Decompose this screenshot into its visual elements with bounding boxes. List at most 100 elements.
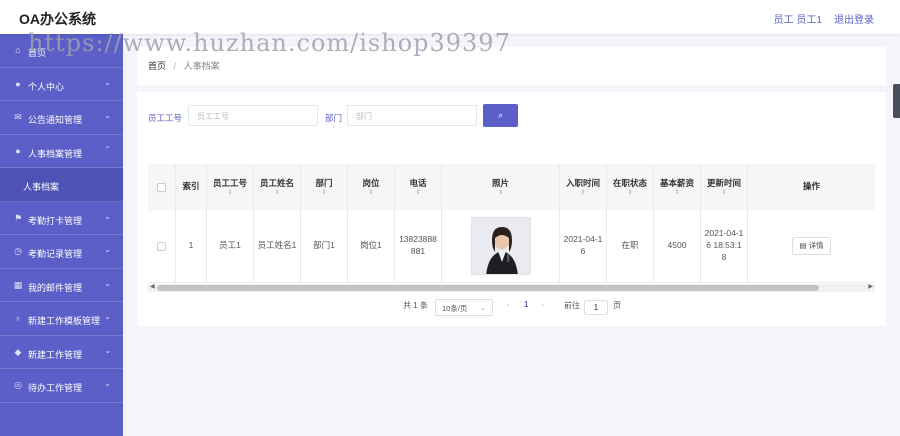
cell-updated: 2021-04-16 18:53:18 xyxy=(701,210,748,282)
dept-label: 部门 xyxy=(325,113,343,123)
sidebar-item-notice[interactable]: ✉ 公告通知管理 ⌄ xyxy=(0,101,123,135)
sidebar-subitem-hr-archive[interactable]: 人事档案 xyxy=(0,168,123,202)
chevron-up-icon: ⌃ xyxy=(104,144,111,154)
employee-table: 索引 员工工号 ⇕ 员工姓名 ⇕ 部门 ⇕ 岗位 ⇕ 电话 ⇕ 照片 ⇕ 入职时间 ⇕ 在职状… xyxy=(148,164,875,284)
sort-icon[interactable]: ⇕ xyxy=(627,190,632,196)
grid-icon: ▦ xyxy=(13,279,23,290)
pagination-total: 共 1 条 xyxy=(403,301,428,310)
main-panel: 员工工号 员工工号 部门 部门 ⌕ 索引 员工工号 ⇕ 员工姓名 ⇕ 部门 ⇕ 岗位 ⇕… xyxy=(137,92,886,326)
checkbox[interactable] xyxy=(157,182,166,192)
sidebar-item-personal[interactable]: ● 个人中心 ⌄ xyxy=(0,68,123,101)
header-updated[interactable]: 更新时间 ⇕ xyxy=(701,164,748,210)
header-phone[interactable]: 电话 ⇕ xyxy=(395,164,442,210)
detail-button[interactable]: ▤ 详情 xyxy=(792,236,831,256)
sidebar: ⌂ 首页 ● 个人中心 ⌄ ✉ 公告通知管理 ⌄ ● 人事档案管理 ⌃ 人事档案… xyxy=(0,34,123,436)
emp-no-input[interactable]: 员工工号 xyxy=(188,105,318,126)
header-post[interactable]: 岗位 ⇕ xyxy=(348,164,395,210)
sidebar-item-attendance-record[interactable]: ◷ 考勤记录管理 ⌄ xyxy=(0,235,123,269)
cell-action: ▤ 详情 xyxy=(748,210,875,282)
scroll-thumb[interactable] xyxy=(157,285,819,291)
sort-icon[interactable]: ⇕ xyxy=(415,190,420,196)
cell-photo xyxy=(442,210,560,282)
header-dept[interactable]: 部门 ⇕ xyxy=(301,164,348,210)
logout-link[interactable]: 退出登录 xyxy=(834,11,874,26)
header-photo[interactable]: 照片 ⇕ xyxy=(442,164,560,210)
breadcrumb-home[interactable]: 首页 xyxy=(148,61,166,71)
horizontal-scrollbar[interactable]: ◀ ▶ xyxy=(148,284,875,292)
dept-input[interactable]: 部门 xyxy=(347,105,477,126)
cell-emp-no: 员工1 xyxy=(207,210,254,282)
header-index: 索引 xyxy=(176,164,207,210)
sidebar-item-work-template[interactable]: ♁ 新建工作模板管理 ⌄ xyxy=(0,302,123,336)
header-name[interactable]: 员工姓名 ⇕ xyxy=(254,164,301,210)
next-page-button[interactable]: › xyxy=(541,300,544,309)
sort-icon[interactable]: ⇕ xyxy=(368,190,373,196)
chevron-down-icon: ⌄ xyxy=(104,312,111,321)
shield-icon: ◆ xyxy=(14,346,22,357)
breadcrumb-current: 人事档案 xyxy=(183,61,220,71)
mic-icon: ♁ xyxy=(14,313,22,323)
employee-photo[interactable] xyxy=(470,217,531,275)
search-icon: ⌕ xyxy=(497,110,504,120)
app-title: OA办公系统 xyxy=(19,11,96,27)
sort-icon[interactable]: ⇕ xyxy=(227,190,232,196)
scroll-left-icon[interactable]: ◀ xyxy=(150,283,155,290)
header-action: 操作 xyxy=(802,181,820,192)
user-icon: ● xyxy=(15,78,21,89)
checkbox[interactable] xyxy=(157,241,166,251)
chevron-down-icon: ⌄ xyxy=(104,111,111,120)
flag-icon: ⚑ xyxy=(13,212,23,223)
cell-name: 员工姓名1 xyxy=(254,210,301,282)
watermark-text: https://www.huzhan.com/ishop39397 xyxy=(28,29,511,57)
sidebar-item-attendance-punch[interactable]: ⚑ 考勤打卡管理 ⌄ xyxy=(0,202,123,235)
chevron-down-icon: ⌄ xyxy=(104,345,111,355)
page-number-current[interactable]: 1 xyxy=(524,300,528,309)
header-hire-date[interactable]: 入职时间 ⇕ xyxy=(560,164,607,210)
header-status[interactable]: 在职状态 ⇕ xyxy=(607,164,654,210)
row-select[interactable] xyxy=(148,210,176,282)
cell-post: 岗位1 xyxy=(348,210,395,282)
document-icon: ▤ xyxy=(799,240,809,250)
chevron-down-icon: ⌄ xyxy=(104,245,111,254)
sort-icon[interactable]: ⇕ xyxy=(580,190,585,196)
sort-icon[interactable]: ⇕ xyxy=(274,190,279,196)
search-button[interactable]: ⌕ xyxy=(483,104,518,127)
header-salary[interactable]: 基本薪资 ⇕ xyxy=(654,164,701,210)
cell-phone: 13823888881 xyxy=(395,210,442,282)
sidebar-item-new-work[interactable]: ◆ 新建工作管理 ⌄ xyxy=(0,336,123,369)
sidebar-item-hr-archive[interactable]: ● 人事档案管理 ⌃ xyxy=(0,135,123,168)
cell-status: 在职 xyxy=(607,210,654,282)
table-row: 1 员工1 员工姓名1 部门1 岗位1 13823888881 2021-04-… xyxy=(148,210,875,283)
circle-icon: ◎ xyxy=(14,380,22,390)
table-header-row: 索引 员工工号 ⇕ 员工姓名 ⇕ 部门 ⇕ 岗位 ⇕ 电话 ⇕ 照片 ⇕ 入职时间 ⇕ 在职状… xyxy=(148,164,875,210)
sort-icon[interactable]: ⇕ xyxy=(721,190,726,196)
mail-icon: ✉ xyxy=(14,112,22,122)
emp-no-label: 员工工号 xyxy=(148,113,183,123)
goto-label: 前往 xyxy=(564,301,580,310)
chevron-down-icon: ⌄ xyxy=(479,303,486,312)
header-select-all[interactable] xyxy=(148,164,176,210)
chevron-down-icon: ⌄ xyxy=(104,211,111,221)
sidebar-item-mail[interactable]: ▦ 我的邮件管理 ⌄ xyxy=(0,269,123,302)
cell-dept: 部门1 xyxy=(301,210,348,282)
side-drawer-tab[interactable] xyxy=(893,84,900,118)
scroll-right-icon[interactable]: ▶ xyxy=(868,283,873,290)
chevron-down-icon: ⌄ xyxy=(104,278,111,288)
goto-page-input[interactable]: 1 xyxy=(584,300,608,315)
clock-icon: ◷ xyxy=(14,246,22,256)
chevron-down-icon: ⌄ xyxy=(104,379,111,388)
cell-salary: 4500 xyxy=(654,210,701,282)
sidebar-item-todo-work[interactable]: ◎ 待办工作管理 ⌄ xyxy=(0,369,123,403)
prev-page-button[interactable]: ‹ xyxy=(507,300,510,309)
user-icon: ● xyxy=(15,145,21,156)
sort-icon[interactable]: ⇕ xyxy=(498,190,503,196)
sort-icon[interactable]: ⇕ xyxy=(321,190,326,196)
breadcrumb-separator: / xyxy=(173,61,177,71)
header-emp-no[interactable]: 员工工号 ⇕ xyxy=(207,164,254,210)
current-user[interactable]: 员工 员工1 xyxy=(774,11,822,26)
cell-index: 1 xyxy=(176,210,207,282)
chevron-down-icon: ⌄ xyxy=(104,77,111,87)
sort-icon[interactable]: ⇕ xyxy=(674,190,679,196)
page-size-select[interactable]: 10条/页 ⌄ xyxy=(435,299,493,316)
home-icon: ⌂ xyxy=(15,45,21,55)
